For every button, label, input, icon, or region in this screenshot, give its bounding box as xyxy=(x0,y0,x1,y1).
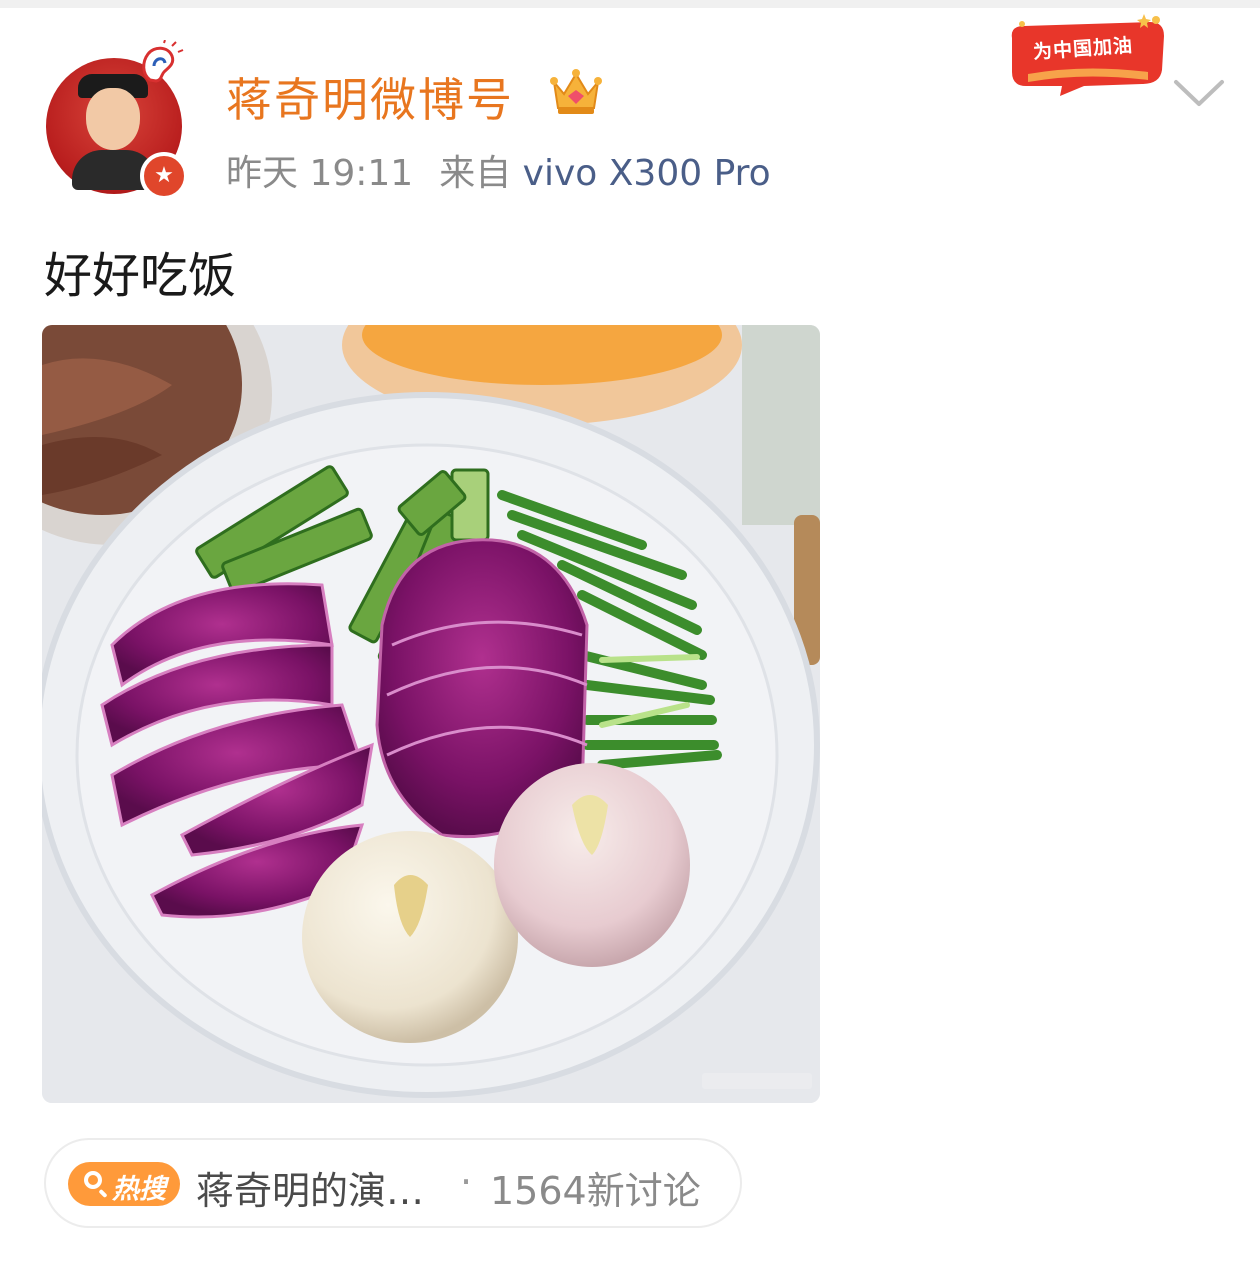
hot-search-badge: 热搜 xyxy=(68,1162,180,1206)
verified-star-icon: ★ xyxy=(140,152,188,200)
post-text: 好好吃饭 xyxy=(44,248,237,304)
hearing-badge-icon xyxy=(142,40,184,83)
post-time: 昨天 19:11 xyxy=(226,153,414,194)
hot-search-card[interactable]: 热搜 蒋奇明的演… · 1564新讨论 xyxy=(44,1138,742,1228)
crown-icon[interactable] xyxy=(550,68,602,116)
post-meta: 昨天 19:11 来自 vivo X300 Pro xyxy=(226,144,771,196)
search-icon xyxy=(84,1171,102,1189)
discussion-count: 1564新讨论 xyxy=(490,1169,701,1213)
post-image[interactable] xyxy=(42,325,820,1103)
vegetables-photo xyxy=(42,325,820,1103)
source-prefix: 来自 xyxy=(439,153,512,194)
username[interactable]: 蒋奇明微博号 xyxy=(226,64,514,130)
separator-dot: · xyxy=(460,1160,473,1204)
hot-search-title: 蒋奇明的演… xyxy=(196,1169,425,1213)
chevron-down-icon[interactable] xyxy=(1172,76,1226,110)
top-divider xyxy=(0,0,1260,8)
device-link[interactable]: vivo X300 Pro xyxy=(523,153,771,194)
